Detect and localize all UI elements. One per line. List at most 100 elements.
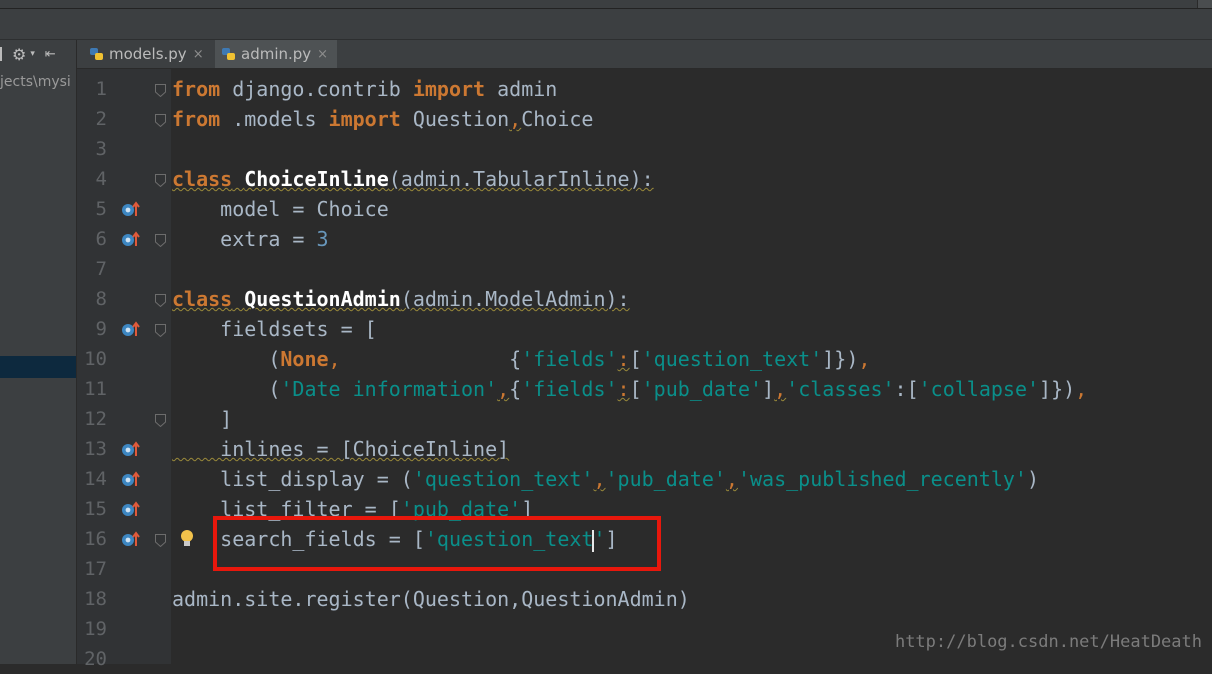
gutter-row: 7 (77, 254, 171, 284)
gutter-row: 6 (77, 224, 171, 254)
code-token: ) (1026, 467, 1039, 491)
code-line[interactable]: from .models import Question,Choice (172, 104, 593, 134)
overrides-method-icon[interactable] (121, 470, 143, 488)
code-token: ] (762, 377, 775, 401)
line-number: 11 (84, 378, 107, 400)
gutter-row: 13 (77, 434, 171, 464)
fold-marker-icon[interactable] (155, 412, 166, 428)
code-line[interactable]: class ChoiceInline(admin.TabularInline): (172, 164, 654, 194)
title-bar (0, 0, 1212, 9)
code-line[interactable]: list_display = ('question_text','pub_dat… (172, 464, 1039, 494)
gear-icon[interactable]: ⚙ (12, 45, 26, 64)
project-tree-selected-row[interactable] (0, 356, 76, 378)
chevron-down-icon[interactable]: ▾ (30, 49, 35, 59)
code-token: None (280, 347, 329, 371)
code-line[interactable]: class QuestionAdmin(admin.ModelAdmin): (172, 284, 630, 314)
line-number: 8 (95, 288, 107, 310)
line-number: 14 (84, 468, 107, 490)
code-token: inlines = [ChoiceInline] (172, 437, 510, 461)
code-token: [ (629, 377, 642, 401)
code-token: Choice (521, 107, 594, 131)
code-line[interactable]: ('Date information',{'fields':['pub_date… (172, 374, 1087, 404)
split-icon[interactable] (0, 47, 8, 61)
code-token: 'classes' (786, 377, 895, 401)
line-number: 2 (95, 108, 107, 130)
fold-marker-icon[interactable] (155, 112, 166, 128)
code-token: class (172, 167, 233, 191)
fold-marker-icon[interactable] (155, 82, 166, 98)
overrides-method-icon[interactable] (121, 230, 143, 248)
code-token: Question (400, 107, 510, 131)
code-token: import (328, 107, 401, 131)
code-editor[interactable]: 1 2 3 4 5 6 7 8 9 10 11 12 13 14 15 16 17 18 19 20 from dja… (77, 69, 1212, 670)
overrides-method-icon[interactable] (121, 500, 143, 518)
line-number: 18 (84, 588, 107, 610)
code-token: django.contrib (220, 77, 413, 101)
tab-label: admin.py (241, 45, 312, 63)
code-line[interactable]: from django.contrib import admin (172, 74, 557, 104)
code-token: fieldsets = [ (172, 317, 377, 341)
watermark: http://blog.csdn.net/HeatDeath (894, 632, 1202, 652)
code-token: admin.site.register(Question (172, 587, 510, 611)
overrides-method-icon[interactable] (121, 200, 143, 218)
fold-marker-icon[interactable] (155, 322, 166, 338)
gutter-row: 15 (77, 494, 171, 524)
line-number: 4 (95, 168, 107, 190)
line-number: 7 (95, 258, 107, 280)
code-token: 'fields' (521, 377, 618, 401)
code-token: , (509, 587, 522, 611)
line-number: 16 (84, 528, 107, 550)
overrides-method-icon[interactable] (121, 530, 143, 548)
fold-marker-icon[interactable] (155, 232, 166, 248)
line-number: 1 (95, 78, 107, 100)
line-number: 5 (95, 198, 107, 220)
tab-models-py[interactable]: models.py × (83, 40, 209, 68)
code-token: : (617, 347, 630, 371)
title-bar-corner (1197, 0, 1212, 8)
code-token: , (1075, 377, 1088, 401)
code-token: ]} (822, 347, 847, 371)
fold-marker-icon[interactable] (155, 292, 166, 308)
line-number: 19 (84, 618, 107, 640)
code-token: ]}) (1039, 377, 1076, 401)
code-token: , (509, 107, 522, 131)
tab-label: models.py (109, 45, 187, 63)
code-token: ] (172, 407, 233, 431)
code-line[interactable]: inlines = [ChoiceInline] (172, 434, 509, 464)
navigation-bar (0, 9, 1212, 40)
code-line[interactable]: model = Choice (172, 194, 389, 224)
code-token: : (894, 377, 907, 401)
code-line[interactable]: admin.site.register(Question,QuestionAdm… (172, 584, 690, 614)
gutter-row: 16 (77, 524, 193, 554)
code-line[interactable]: fieldsets = [ (172, 314, 377, 344)
project-tool-window: ⚙ ▾ ⇤ jects\mysi (0, 40, 77, 664)
code-token: { (340, 347, 522, 371)
gutter-row: 17 (77, 554, 171, 584)
collapse-icon[interactable]: ⇤ (45, 47, 56, 62)
code-line[interactable]: ] (172, 404, 232, 434)
code-token: 'collapse' (918, 377, 1040, 401)
overrides-method-icon[interactable] (121, 440, 143, 458)
close-icon[interactable]: × (317, 47, 328, 62)
code-line[interactable]: (None, {'fields':['question_text']}), (172, 344, 870, 374)
gutter-row: 3 (77, 134, 171, 164)
code-token: import (412, 77, 486, 101)
gutter-row: 1 (77, 74, 171, 104)
code-token: 'fields' (521, 347, 618, 371)
overrides-method-icon[interactable] (121, 320, 143, 338)
python-file-icon (89, 46, 105, 62)
code-token: 'pub_date' (605, 467, 726, 491)
gutter-row: 2 (77, 104, 171, 134)
code-token: { (509, 377, 522, 401)
tab-admin-py[interactable]: admin.py × (215, 40, 337, 68)
code-line[interactable]: extra = 3 (172, 224, 328, 254)
code-token: [ (629, 347, 642, 371)
code-token: QuestionAdmin (244, 287, 401, 311)
close-icon[interactable]: × (193, 47, 204, 62)
code-token: list_display = ( (172, 467, 413, 491)
gutter-row: 20 (77, 644, 171, 674)
project-path[interactable]: jects\mysi (0, 70, 76, 94)
fold-marker-icon[interactable] (155, 172, 166, 188)
fold-marker-icon[interactable] (155, 532, 166, 548)
